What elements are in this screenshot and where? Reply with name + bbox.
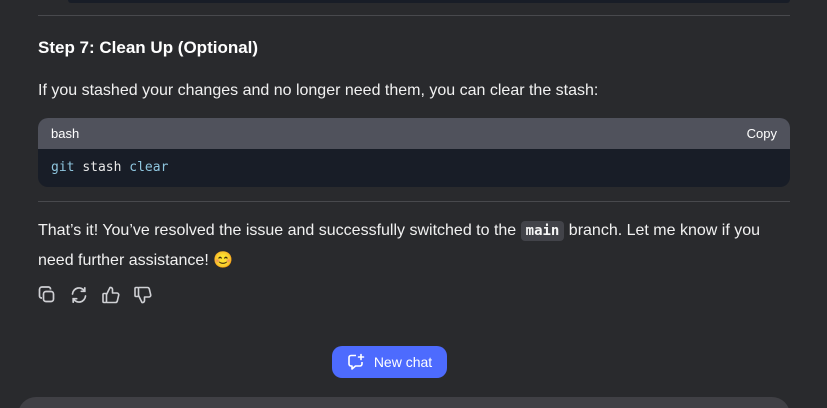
code-header: bash Copy	[38, 118, 790, 149]
regenerate-button[interactable]	[69, 285, 89, 305]
new-chat-button[interactable]: New chat	[332, 346, 447, 378]
step-heading: Step 7: Clean Up (Optional)	[38, 38, 259, 57]
smile-emoji: 😊	[213, 252, 234, 269]
code-token-sub: stash	[82, 160, 122, 175]
closing-text-3: need further assistance!	[38, 252, 214, 269]
code-language: bash	[51, 126, 80, 141]
new-chat-label: New chat	[373, 354, 433, 370]
inline-code-branch: main	[520, 221, 565, 241]
previous-code-block	[68, 0, 790, 3]
code-token-arg: clear	[129, 160, 169, 175]
regenerate-icon	[71, 286, 87, 304]
closing-paragraph: That’s it! You’ve resolved the issue and…	[38, 216, 790, 275]
divider	[38, 15, 790, 16]
thumbs-down-button[interactable]	[133, 285, 153, 305]
code-content: git stash clear	[38, 149, 790, 175]
copy-code-button[interactable]: Copy	[747, 126, 777, 141]
step-intro: If you stashed your changes and no longe…	[38, 82, 599, 99]
new-chat-icon	[348, 353, 365, 370]
chat-page: Step 7: Clean Up (Optional) If you stash…	[0, 0, 827, 408]
closing-text-2: branch. Let me know if you	[564, 222, 761, 239]
thumbs-up-icon	[102, 286, 120, 304]
message-actions	[37, 285, 153, 305]
code-block: bash Copy git stash clear	[38, 118, 790, 187]
divider	[38, 201, 790, 202]
copy-button[interactable]	[37, 285, 57, 305]
thumbs-up-button[interactable]	[101, 285, 121, 305]
copy-icon	[38, 286, 55, 303]
thumbs-down-icon	[134, 286, 152, 304]
code-token-cmd: git	[51, 160, 75, 175]
message-input-area[interactable]	[18, 397, 790, 408]
closing-text-1: That’s it! You’ve resolved the issue and…	[38, 222, 521, 239]
